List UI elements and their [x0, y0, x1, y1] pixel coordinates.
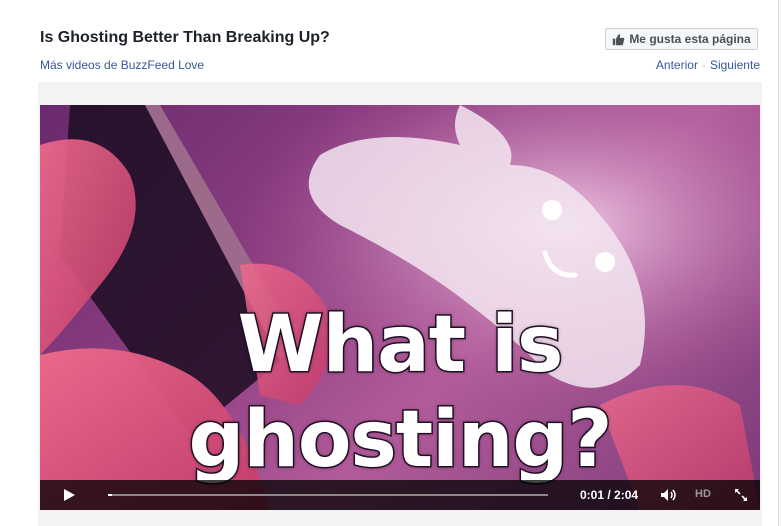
like-page-button[interactable]: Me gusta esta página [605, 28, 758, 50]
video-caption-line-2: ghosting? [187, 395, 614, 485]
hd-quality-toggle[interactable]: HD [695, 488, 711, 500]
like-page-label: Me gusta esta página [629, 32, 751, 46]
previous-link[interactable]: Anterior [656, 58, 698, 72]
video-title: Is Ghosting Better Than Breaking Up? [40, 29, 330, 46]
thumbs-up-icon [613, 33, 625, 45]
time-display: 0:01 / 2:04 [580, 488, 639, 502]
next-link[interactable]: Siguiente [710, 58, 760, 72]
volume-icon[interactable] [660, 488, 678, 502]
video-navigation: Anterior · Siguiente [656, 58, 760, 72]
progress-fill [108, 494, 112, 496]
fullscreen-icon[interactable] [734, 488, 748, 502]
more-videos-link[interactable]: Más videos de BuzzFeed Love [40, 58, 204, 72]
video-player[interactable]: What is ghosting? 0:01 / 2:04 HD [40, 105, 760, 510]
progress-bar[interactable] [108, 494, 548, 496]
play-icon[interactable] [62, 488, 76, 502]
nav-separator: · [701, 58, 706, 72]
player-controls: 0:01 / 2:04 HD [40, 480, 760, 510]
video-caption-line-1: What is [236, 300, 565, 390]
